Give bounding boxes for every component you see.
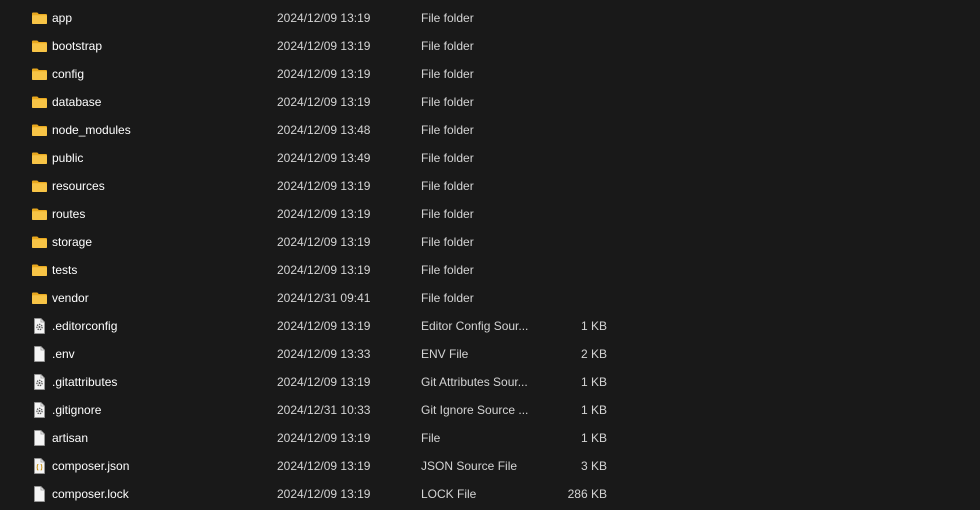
file-type: File [421, 431, 441, 445]
file-row[interactable]: .gitignore 2024/12/31 10:33 Git Ignore Sou… [0, 396, 980, 424]
file-name: .editorconfig [52, 319, 118, 333]
file-row[interactable]: tests 2024/12/09 13:19 File folder [0, 256, 980, 284]
file-name: resources [52, 179, 105, 193]
file-date-modified: 2024/12/09 13:19 [277, 11, 371, 25]
file-date-modified: 2024/12/09 13:19 [277, 431, 371, 445]
file-date-modified: 2024/12/09 13:19 [277, 39, 371, 53]
file-size: 1 KB [580, 319, 607, 333]
folder-icon [31, 94, 48, 110]
folder-icon [31, 234, 48, 250]
config-file-icon [31, 402, 48, 418]
file-row[interactable]: .editorconfig 2024/12/09 13:19 Editor Conf… [0, 312, 980, 340]
file-row[interactable]: storage 2024/12/09 13:19 File folder [0, 228, 980, 256]
file-row[interactable]: routes 2024/12/09 13:19 File folder [0, 200, 980, 228]
folder-icon [31, 122, 48, 138]
file-name: .gitignore [52, 403, 102, 417]
file-date-modified: 2024/12/09 13:19 [277, 459, 371, 473]
file-date-modified: 2024/12/09 13:19 [277, 235, 371, 249]
file-type: File folder [421, 179, 474, 193]
file-size: 3 KB [580, 459, 607, 473]
file-type: File folder [421, 39, 474, 53]
file-name: routes [52, 207, 86, 221]
file-date-modified: 2024/12/09 13:19 [277, 487, 371, 501]
file-type: File folder [421, 151, 474, 165]
file-icon [31, 430, 48, 446]
file-row[interactable]: .gitattributes 2024/12/09 13:19 Git Attrib… [0, 368, 980, 396]
file-icon [31, 346, 48, 362]
folder-icon [31, 10, 48, 26]
file-date-modified: 2024/12/09 13:19 [277, 319, 371, 333]
file-name: .env [52, 347, 75, 361]
file-type: File folder [421, 235, 474, 249]
file-row[interactable]: public 2024/12/09 13:49 File folder [0, 144, 980, 172]
file-type: JSON Source File [421, 459, 518, 473]
file-date-modified: 2024/12/09 13:19 [277, 179, 371, 193]
file-type: File folder [421, 123, 474, 137]
file-name: artisan [52, 431, 89, 445]
file-name: bootstrap [52, 39, 103, 53]
file-row[interactable]: vendor 2024/12/31 09:41 File folder [0, 284, 980, 312]
file-type: File folder [421, 11, 474, 25]
folder-icon [31, 290, 48, 306]
file-date-modified: 2024/12/09 13:49 [277, 151, 371, 165]
file-date-modified: 2024/12/09 13:19 [277, 263, 371, 277]
file-icon [31, 486, 48, 502]
file-type: Git Ignore Source ... [421, 403, 529, 417]
file-row[interactable]: bootstrap 2024/12/09 13:19 File folder [0, 32, 980, 60]
file-name: .gitattributes [52, 375, 118, 389]
file-type: ENV File [421, 347, 469, 361]
file-date-modified: 2024/12/09 13:19 [277, 95, 371, 109]
folder-icon [31, 262, 48, 278]
file-date-modified: 2024/12/09 13:48 [277, 123, 371, 137]
file-list: app 2024/12/09 13:19 File folder bootstrap 2… [0, 0, 980, 510]
file-size: 1 KB [580, 431, 607, 445]
file-name: composer.json [52, 459, 130, 473]
file-name: config [52, 67, 85, 81]
folder-icon [31, 66, 48, 82]
file-type: File folder [421, 263, 474, 277]
file-row[interactable]: composer.json 2024/12/09 13:19 JSON Source… [0, 452, 980, 480]
file-type: File folder [421, 67, 474, 81]
file-type: File folder [421, 95, 474, 109]
file-size: 2 KB [580, 347, 607, 361]
file-name: app [52, 11, 73, 25]
config-file-icon [31, 318, 48, 334]
file-row[interactable]: artisan 2024/12/09 13:19 File 1 KB [0, 424, 980, 452]
file-size: 286 KB [567, 487, 607, 501]
folder-icon [31, 150, 48, 166]
file-type: LOCK File [421, 487, 477, 501]
file-name: tests [52, 263, 78, 277]
file-date-modified: 2024/12/09 13:19 [277, 207, 371, 221]
file-size: 1 KB [580, 375, 607, 389]
file-name: vendor [52, 291, 89, 305]
file-row[interactable]: database 2024/12/09 13:19 File folder [0, 88, 980, 116]
file-date-modified: 2024/12/09 13:19 [277, 67, 371, 81]
folder-icon [31, 38, 48, 54]
file-date-modified: 2024/12/09 13:33 [277, 347, 371, 361]
file-date-modified: 2024/12/09 13:19 [277, 375, 371, 389]
file-name: storage [52, 235, 93, 249]
file-row[interactable]: resources 2024/12/09 13:19 File folder [0, 172, 980, 200]
file-row[interactable]: .env 2024/12/09 13:33 ENV File 2 KB [0, 340, 980, 368]
file-type: Editor Config Sour... [421, 319, 529, 333]
json-file-icon [31, 458, 48, 474]
file-type: File folder [421, 291, 474, 305]
file-row[interactable]: composer.lock 2024/12/09 13:19 LOCK File 28… [0, 480, 980, 508]
file-size: 1 KB [580, 403, 607, 417]
file-name: public [52, 151, 84, 165]
file-name: node_modules [52, 123, 131, 137]
file-date-modified: 2024/12/31 10:33 [277, 403, 371, 417]
file-type: File folder [421, 207, 474, 221]
file-row[interactable]: app 2024/12/09 13:19 File folder [0, 4, 980, 32]
file-name: database [52, 95, 102, 109]
folder-icon [31, 178, 48, 194]
file-date-modified: 2024/12/31 09:41 [277, 291, 371, 305]
file-name: composer.lock [52, 487, 129, 501]
config-file-icon [31, 374, 48, 390]
file-type: Git Attributes Sour... [421, 375, 528, 389]
file-row[interactable]: node_modules 2024/12/09 13:48 File folder [0, 116, 980, 144]
file-row[interactable]: config 2024/12/09 13:19 File folder [0, 60, 980, 88]
folder-icon [31, 206, 48, 222]
